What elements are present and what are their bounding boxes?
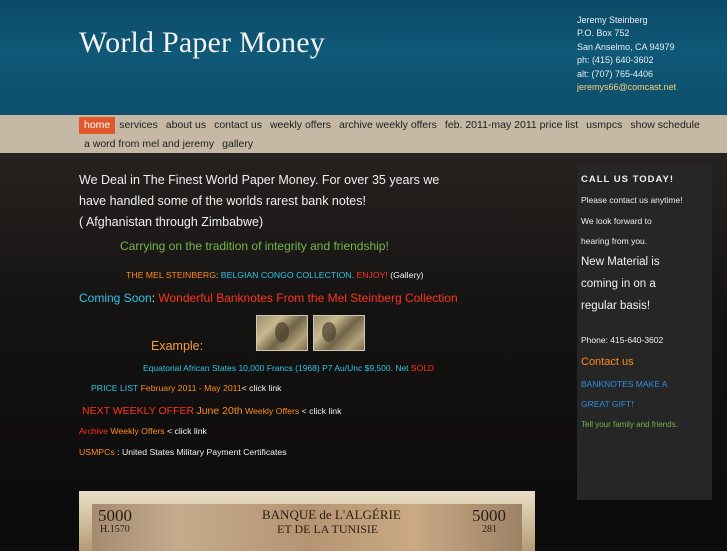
intro-line-3: ( Afghanistan through Zimbabwe) (79, 215, 264, 229)
usmpc-link[interactable]: USMPCs (79, 447, 115, 457)
nav-gallery[interactable]: gallery (218, 136, 257, 153)
price-list-click-hint: < click link (241, 383, 282, 393)
contact-address2: San Anselmo, CA 94979 (577, 41, 675, 52)
nav-row-1: home services about us contact us weekly… (79, 117, 704, 134)
enjoy-text: ENJOY! (356, 270, 388, 280)
sidebar-line-2: We look forward to (581, 216, 652, 226)
usmpc-description: : United States Military Payment Certifi… (117, 447, 287, 457)
header: World Paper Money Jeremy Steinberg P.O. … (0, 0, 727, 115)
nav-services[interactable]: services (115, 117, 162, 134)
price-list-link[interactable]: February 2011 - May 2011 (141, 383, 242, 393)
banknote-thumbnail-front[interactable] (256, 315, 308, 351)
banknote-face: 5000 H.1570 BANQUE de L'ALGÉRIE ET DE LA… (92, 504, 522, 551)
banknote-serial-right: 281 (482, 524, 497, 535)
archive-label[interactable]: Archive (79, 426, 108, 436)
contact-alt-phone: alt: (707) 765-4406 (577, 68, 654, 79)
mel-collection-line: THE MEL STEINBERG: BELGIAN CONGO COLLECT… (126, 270, 424, 280)
next-weekly-offer-line: NEXT WEEKLY OFFER June 20th Weekly Offer… (82, 405, 341, 417)
contact-email-link[interactable]: jeremys66@comcast.net (577, 81, 676, 94)
usmpc-line: USMPCs : United States Military Payment … (79, 447, 287, 457)
sidebar-gift-line-1[interactable]: BANKNOTES MAKE A (581, 379, 667, 389)
contact-phone: ph: (415) 640-3602 (577, 55, 654, 66)
archive-line: Archive Weekly Offers < click link (79, 426, 207, 436)
sidebar-gift-line-2[interactable]: GREAT GIFT! (581, 399, 634, 409)
call-us-heading: CALL US TODAY! (581, 174, 675, 185)
banknote-bank-name: BANQUE de L'ALGÉRIE (262, 507, 401, 522)
sold-badge: SOLD (410, 363, 435, 373)
nav-weekly-offers[interactable]: weekly offers (266, 117, 335, 134)
nav-usmpcs[interactable]: usmpcs (582, 117, 626, 134)
site-title: World Paper Money (79, 26, 325, 59)
equatorial-description: Equatorial African States 10,000 Francs … (143, 363, 409, 373)
coming-soon-label: Coming Soon (79, 291, 152, 305)
sidebar-tell-friends: Tell your family and friends. (581, 420, 678, 429)
nav-archive-weekly-offers[interactable]: archive weekly offers (335, 117, 441, 134)
nav-word-from-mel-and-jeremy[interactable]: a word from mel and jeremy (80, 136, 218, 153)
intro-line-1: We Deal in The Finest World Paper Money.… (79, 173, 440, 187)
nav-home[interactable]: home (79, 117, 116, 134)
next-weekly-offer-label: NEXT WEEKLY OFFER (82, 405, 195, 417)
sidebar-new-material-2: coming in on a (581, 278, 656, 290)
banknote-image: 5000 H.1570 BANQUE de L'ALGÉRIE ET DE LA… (79, 491, 535, 551)
weekly-offers-link[interactable]: Weekly Offers (245, 406, 299, 416)
nav-about-us[interactable]: about us (162, 117, 210, 134)
sidebar-line-1: Please contact us anytime! (581, 195, 683, 205)
sidebar-phone: Phone: 415-640-3602 (581, 335, 664, 345)
archive-weekly-offers-link[interactable]: Weekly Offers (110, 426, 164, 436)
tradition-tagline: Carrying on the tradition of integrity a… (120, 239, 389, 253)
price-list-label[interactable]: PRICE LIST (91, 383, 138, 393)
intro-text: We Deal in The Finest World Paper Money.… (79, 170, 479, 233)
weekly-offers-click-hint: < click link (301, 406, 342, 416)
belgian-congo-link[interactable]: BELGIAN CONGO COLLECTION. (221, 270, 354, 280)
intro-line-2: have handled some of the worlds rarest b… (79, 194, 366, 208)
example-label: Example: (151, 339, 204, 353)
main-nav: home services about us contact us weekly… (0, 115, 727, 153)
sidebar-new-material-1: New Material is (581, 256, 660, 268)
contact-name: Jeremy Steinberg (577, 15, 648, 25)
gallery-link[interactable]: (Gallery) (390, 270, 423, 280)
banknote-serial-left: H.1570 (100, 524, 130, 535)
contact-block: Jeremy Steinberg P.O. Box 752 San Anselm… (577, 14, 676, 94)
nav-row-2: a word from mel and jeremy gallery (80, 136, 257, 153)
content-area: We Deal in The Finest World Paper Money.… (0, 153, 727, 551)
coming-soon-text: Wonderful Banknotes From the Mel Steinbe… (158, 291, 458, 305)
banknote-bank-subtitle: ET DE LA TUNISIE (277, 522, 379, 536)
sidebar-line-3: hearing from you. (581, 236, 648, 246)
coming-soon-line: Coming Soon: Wonderful Banknotes From th… (79, 291, 458, 305)
sidebar-new-material-3: regular basis! (581, 300, 651, 312)
nav-show-schedule[interactable]: show schedule (626, 117, 703, 134)
next-weekly-offer-date: June 20th (196, 405, 243, 417)
banknote-value-left: 5000 (98, 506, 132, 525)
nav-price-list[interactable]: feb. 2011-may 2011 price list (441, 117, 582, 134)
banknote-thumbnail-back[interactable] (313, 315, 365, 351)
archive-click-hint: < click link (167, 426, 207, 436)
price-list-line: PRICE LIST February 2011 - May 2011< cli… (91, 383, 282, 393)
contact-address1: P.O. Box 752 (577, 28, 630, 39)
mel-label: THE MEL STEINBERG (126, 270, 216, 280)
call-us-sidebar: CALL US TODAY! Please contact us anytime… (577, 163, 712, 500)
banknote-value-right: 5000 (472, 506, 506, 525)
nav-contact-us[interactable]: contact us (210, 117, 266, 134)
equatorial-example-line: Equatorial African States 10,000 Francs … (143, 363, 434, 373)
sidebar-contact-link[interactable]: Contact us (581, 356, 634, 368)
